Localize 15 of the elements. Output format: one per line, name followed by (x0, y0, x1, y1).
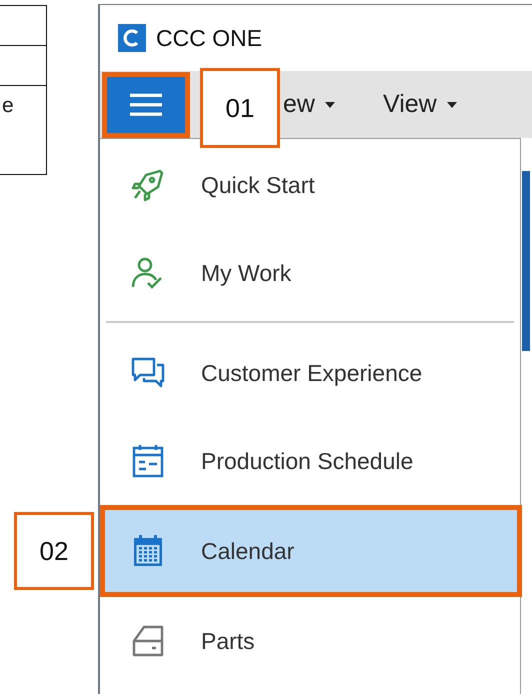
menu-item[interactable]: Calendar (100, 505, 522, 597)
toolbar-dropdown[interactable]: View (382, 90, 457, 119)
app-logo-icon (118, 24, 146, 52)
table-cell-text: e (2, 94, 14, 118)
callout-label: 02 (14, 512, 94, 590)
menu-button[interactable] (102, 72, 190, 138)
caret-icon (446, 102, 457, 108)
caret-icon (324, 102, 335, 108)
toolbar-dropdown[interactable]: ew (283, 90, 335, 119)
drawer-icon (130, 623, 166, 659)
menu-icon (130, 92, 162, 118)
window-title: CCC ONE (156, 24, 262, 52)
rocket-icon (130, 167, 166, 203)
callout-label: 01 (200, 68, 280, 148)
schedule-icon (130, 443, 166, 479)
